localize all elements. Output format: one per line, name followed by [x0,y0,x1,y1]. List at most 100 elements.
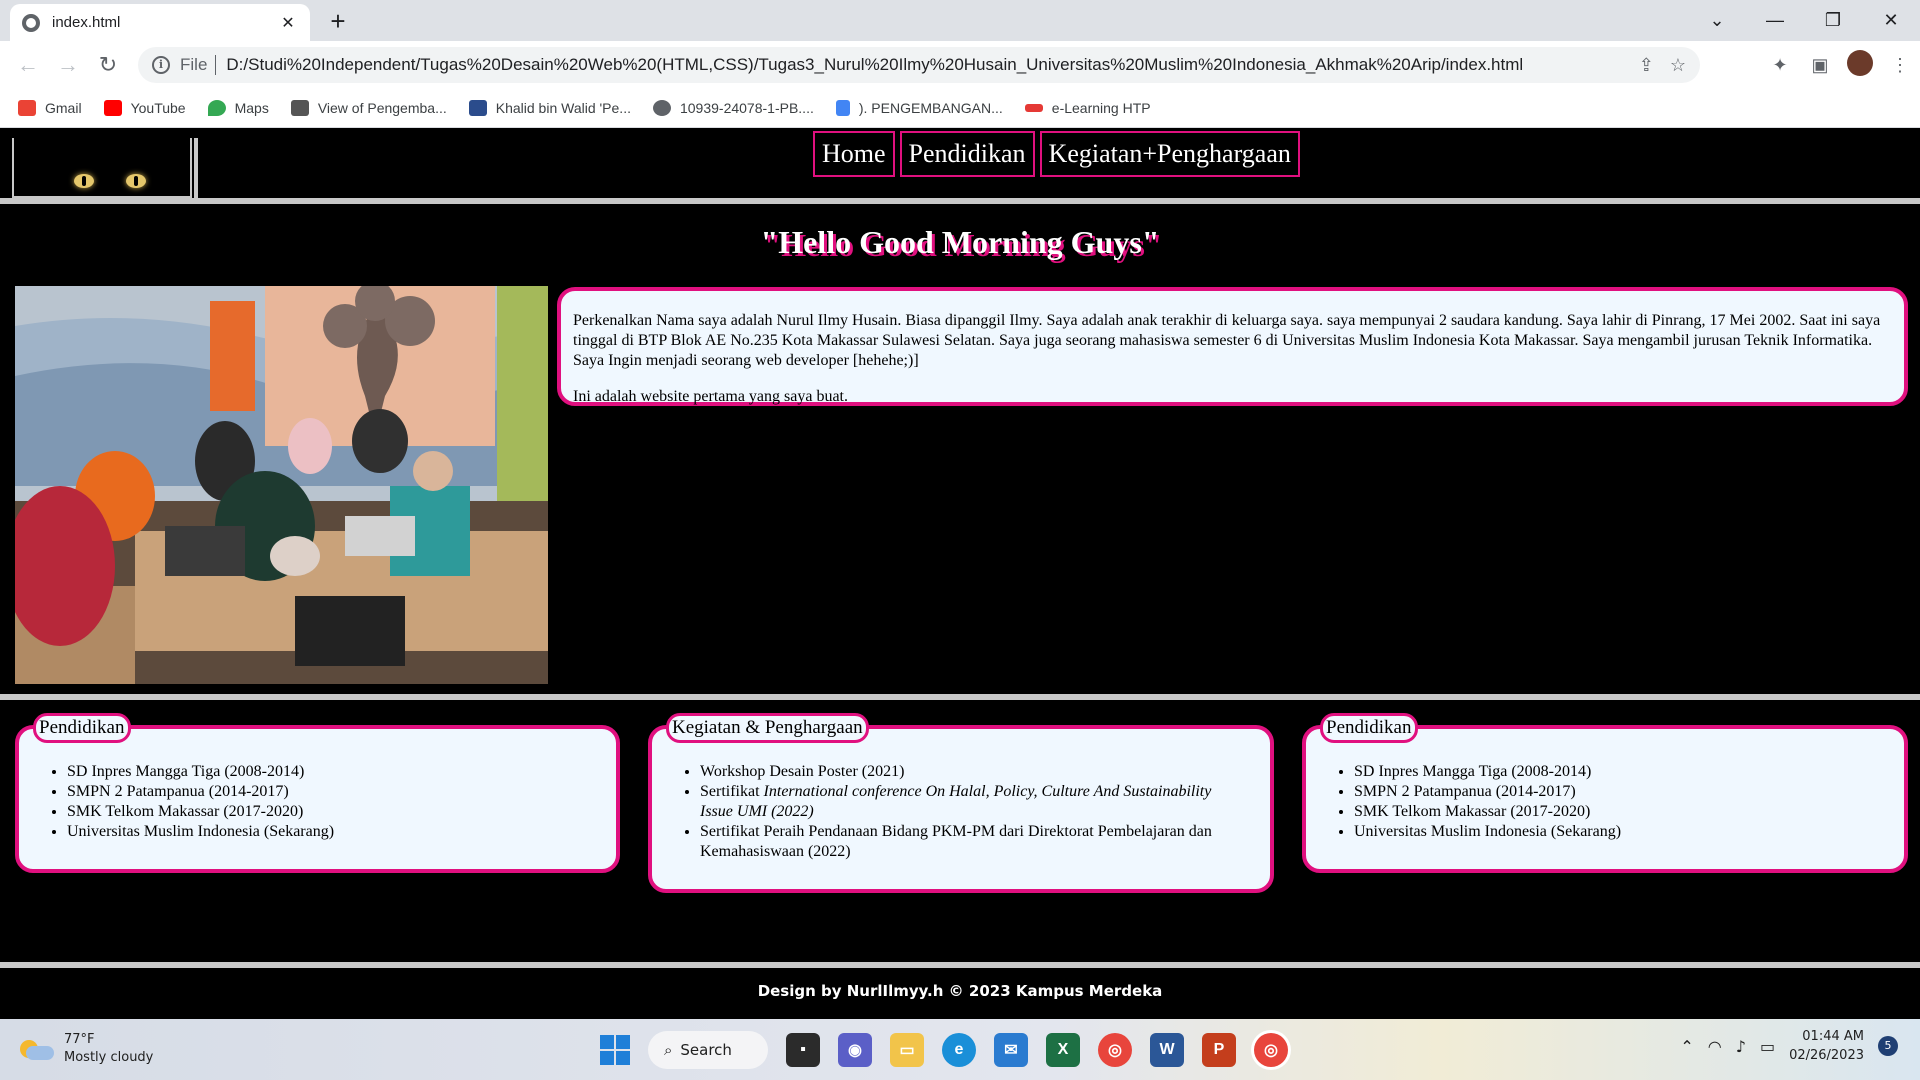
weather-desc: Mostly cloudy [64,1050,154,1065]
powerpoint-icon[interactable]: P [1202,1033,1236,1067]
chevron-up-icon[interactable]: ⌃ [1680,1037,1693,1056]
url-text[interactable]: D:/Studi%20Independent/Tugas%20Desain%20… [226,55,1638,75]
bookmark-maps[interactable]: Maps [207,100,269,116]
taskbar-apps: ⌕ Search ▪ ◉ ▭ e ✉ X ◎ W P ◎ [600,1029,1288,1071]
bookmark-label: ). PENGEMBANGAN... [858,100,1003,116]
profile-avatar[interactable] [1840,49,1880,81]
bookmark-elearning[interactable]: e-Learning HTP [1024,100,1151,116]
list-item: SMK Telkom Makassar (2017-2020) [1354,802,1621,822]
page-headline: "Hello Good Morning Guys" [760,224,1160,260]
forward-button[interactable]: → [48,52,88,78]
bookmark-pdf[interactable]: 10939-24078-1-PB.... [652,100,814,116]
extensions-icon[interactable]: ✦ [1760,55,1800,76]
list-item: SMPN 2 Patampanua (2014-2017) [67,782,334,802]
nav-kegiatan[interactable]: Kegiatan+Penghargaan [1039,131,1300,177]
doc-icon [835,100,850,116]
web-page: Home Pendidikan Kegiatan+Penghargaan "He… [0,128,1920,1019]
header-divider [194,138,198,198]
clock-date: 02/26/2023 [1789,1048,1864,1063]
url-scheme: File [180,55,208,74]
list-item-prefix: Sertifikat [700,783,764,800]
minimize-button[interactable]: — [1746,10,1804,31]
chrome-icon[interactable]: ◎ [1098,1033,1132,1067]
task-view-icon[interactable]: ▪ [786,1033,820,1067]
gmail-icon [18,100,36,116]
youtube-icon [103,100,122,116]
tab-title: index.html [52,14,121,31]
clock[interactable]: 01:44 AM 02/26/2023 [1789,1027,1864,1065]
bookmark-star-icon[interactable]: ☆ [1670,55,1686,76]
browser-chrome: index.html ✕ + ⌄ — ❐ ✕ ← → ↻ i File D:/S… [0,0,1920,128]
bookmark-label: e-Learning HTP [1051,100,1151,116]
list-item: SMK Telkom Makassar (2017-2020) [67,802,334,822]
windows-taskbar: 77°F Mostly cloudy ⌕ Search ▪ ◉ ▭ e ✉ X ◎… [0,1019,1920,1080]
excel-icon[interactable]: X [1046,1033,1080,1067]
weather-temp: 77°F [64,1032,95,1047]
share-icon[interactable]: ⇪ [1639,55,1654,76]
restore-button[interactable]: ❐ [1804,10,1862,31]
bookmark-youtube[interactable]: YouTube [103,100,186,116]
side-panel-icon[interactable]: ▣ [1800,55,1840,76]
card-title: Pendidikan [1320,713,1418,743]
header-rule [0,198,1920,204]
taskbar-search[interactable]: ⌕ Search [648,1031,768,1069]
list-item: SD Inpres Mangga Tiga (2008-2014) [1354,762,1621,782]
back-button[interactable]: ← [8,52,48,78]
chat-icon[interactable]: ◉ [838,1033,872,1067]
weather-widget[interactable]: 77°F Mostly cloudy [20,1031,153,1067]
reload-button[interactable]: ↻ [88,52,128,78]
battery-icon[interactable]: ▭ [1760,1037,1775,1056]
clock-time: 01:44 AM [1802,1029,1864,1044]
intro-card: Perkenalkan Nama saya adalah Nurul Ilmy … [557,287,1908,406]
bookmark-label: 10939-24078-1-PB.... [679,100,814,116]
bookmark-label: Khalid bin Walid 'Pe... [495,100,631,116]
start-button[interactable] [600,1035,630,1065]
globe-icon [652,100,671,116]
bookmark-gmail[interactable]: Gmail [18,100,82,116]
bookmark-khalid[interactable]: Khalid bin Walid 'Pe... [468,100,631,116]
list-item-italic: International conference On Halal, Polic… [700,783,1212,820]
list-item: SMPN 2 Patampanua (2014-2017) [1354,782,1621,802]
activities-card: Kegiatan & Penghargaan Workshop Desain P… [648,713,1274,893]
tab-search-icon[interactable]: ⌄ [1688,10,1746,31]
bookmark-label: View of Pengemba... [317,100,447,116]
new-tab-button[interactable]: + [322,6,354,37]
cloudy-weather-icon [20,1036,54,1062]
volume-icon[interactable]: ♪ [1736,1037,1746,1056]
section-rule [0,694,1920,700]
card-title: Kegiatan & Penghargaan [666,713,869,743]
bookmark-pengembangan[interactable]: ). PENGEMBANGAN... [835,100,1003,116]
education-card: Pendidikan SD Inpres Mangga Tiga (2008-2… [15,713,620,873]
chrome-profile-icon[interactable]: ◎ [1254,1033,1288,1067]
close-tab-icon[interactable]: ✕ [278,13,298,33]
classroom-photo [15,286,548,684]
mail-icon[interactable]: ✉ [994,1033,1028,1067]
intro-paragraph: Perkenalkan Nama saya adalah Nurul Ilmy … [573,312,1881,369]
close-window-button[interactable]: ✕ [1862,10,1920,31]
info-icon[interactable]: i [152,56,170,74]
site-footer: Design by NurlIlmyy.h © 2023 Kampus Merd… [0,968,1920,1019]
address-bar[interactable]: i File D:/Studi%20Independent/Tugas%20De… [138,47,1700,83]
intro-note: Ini adalah website pertama yang saya bua… [573,388,848,405]
edge-icon[interactable]: e [942,1033,976,1067]
file-explorer-icon[interactable]: ▭ [890,1033,924,1067]
list-item: SD Inpres Mangga Tiga (2008-2014) [67,762,334,782]
education-list: SD Inpres Mangga Tiga (2008-2014) SMPN 2… [1354,762,1621,842]
activities-list: Workshop Desain Poster (2021) Sertifikat… [700,762,1246,862]
notification-badge[interactable]: 5 [1878,1036,1898,1056]
browser-tab[interactable]: index.html ✕ [10,4,310,41]
education-card-2: Pendidikan SD Inpres Mangga Tiga (2008-2… [1302,713,1908,873]
wifi-icon[interactable]: ◠ [1708,1037,1722,1056]
tab-strip: index.html ✕ + ⌄ — ❐ ✕ [0,0,1920,41]
bookmark-label: Maps [234,100,269,116]
search-icon: ⌕ [664,1041,673,1059]
bookmark-label: Gmail [45,100,82,116]
nav-pendidikan[interactable]: Pendidikan [899,131,1035,177]
word-icon[interactable]: W [1150,1033,1184,1067]
list-item: Universitas Muslim Indonesia (Sekarang) [1354,822,1621,842]
bookmark-pkp[interactable]: View of Pengemba... [290,100,447,116]
nav-home[interactable]: Home [813,131,895,177]
bookmarks-bar: Gmail YouTube Maps View of Pengemba... K… [0,89,1920,128]
menu-icon[interactable]: ⋮ [1880,55,1920,76]
footer-text: Design by NurlIlmyy.h © 2023 Kampus Merd… [757,982,1163,1000]
